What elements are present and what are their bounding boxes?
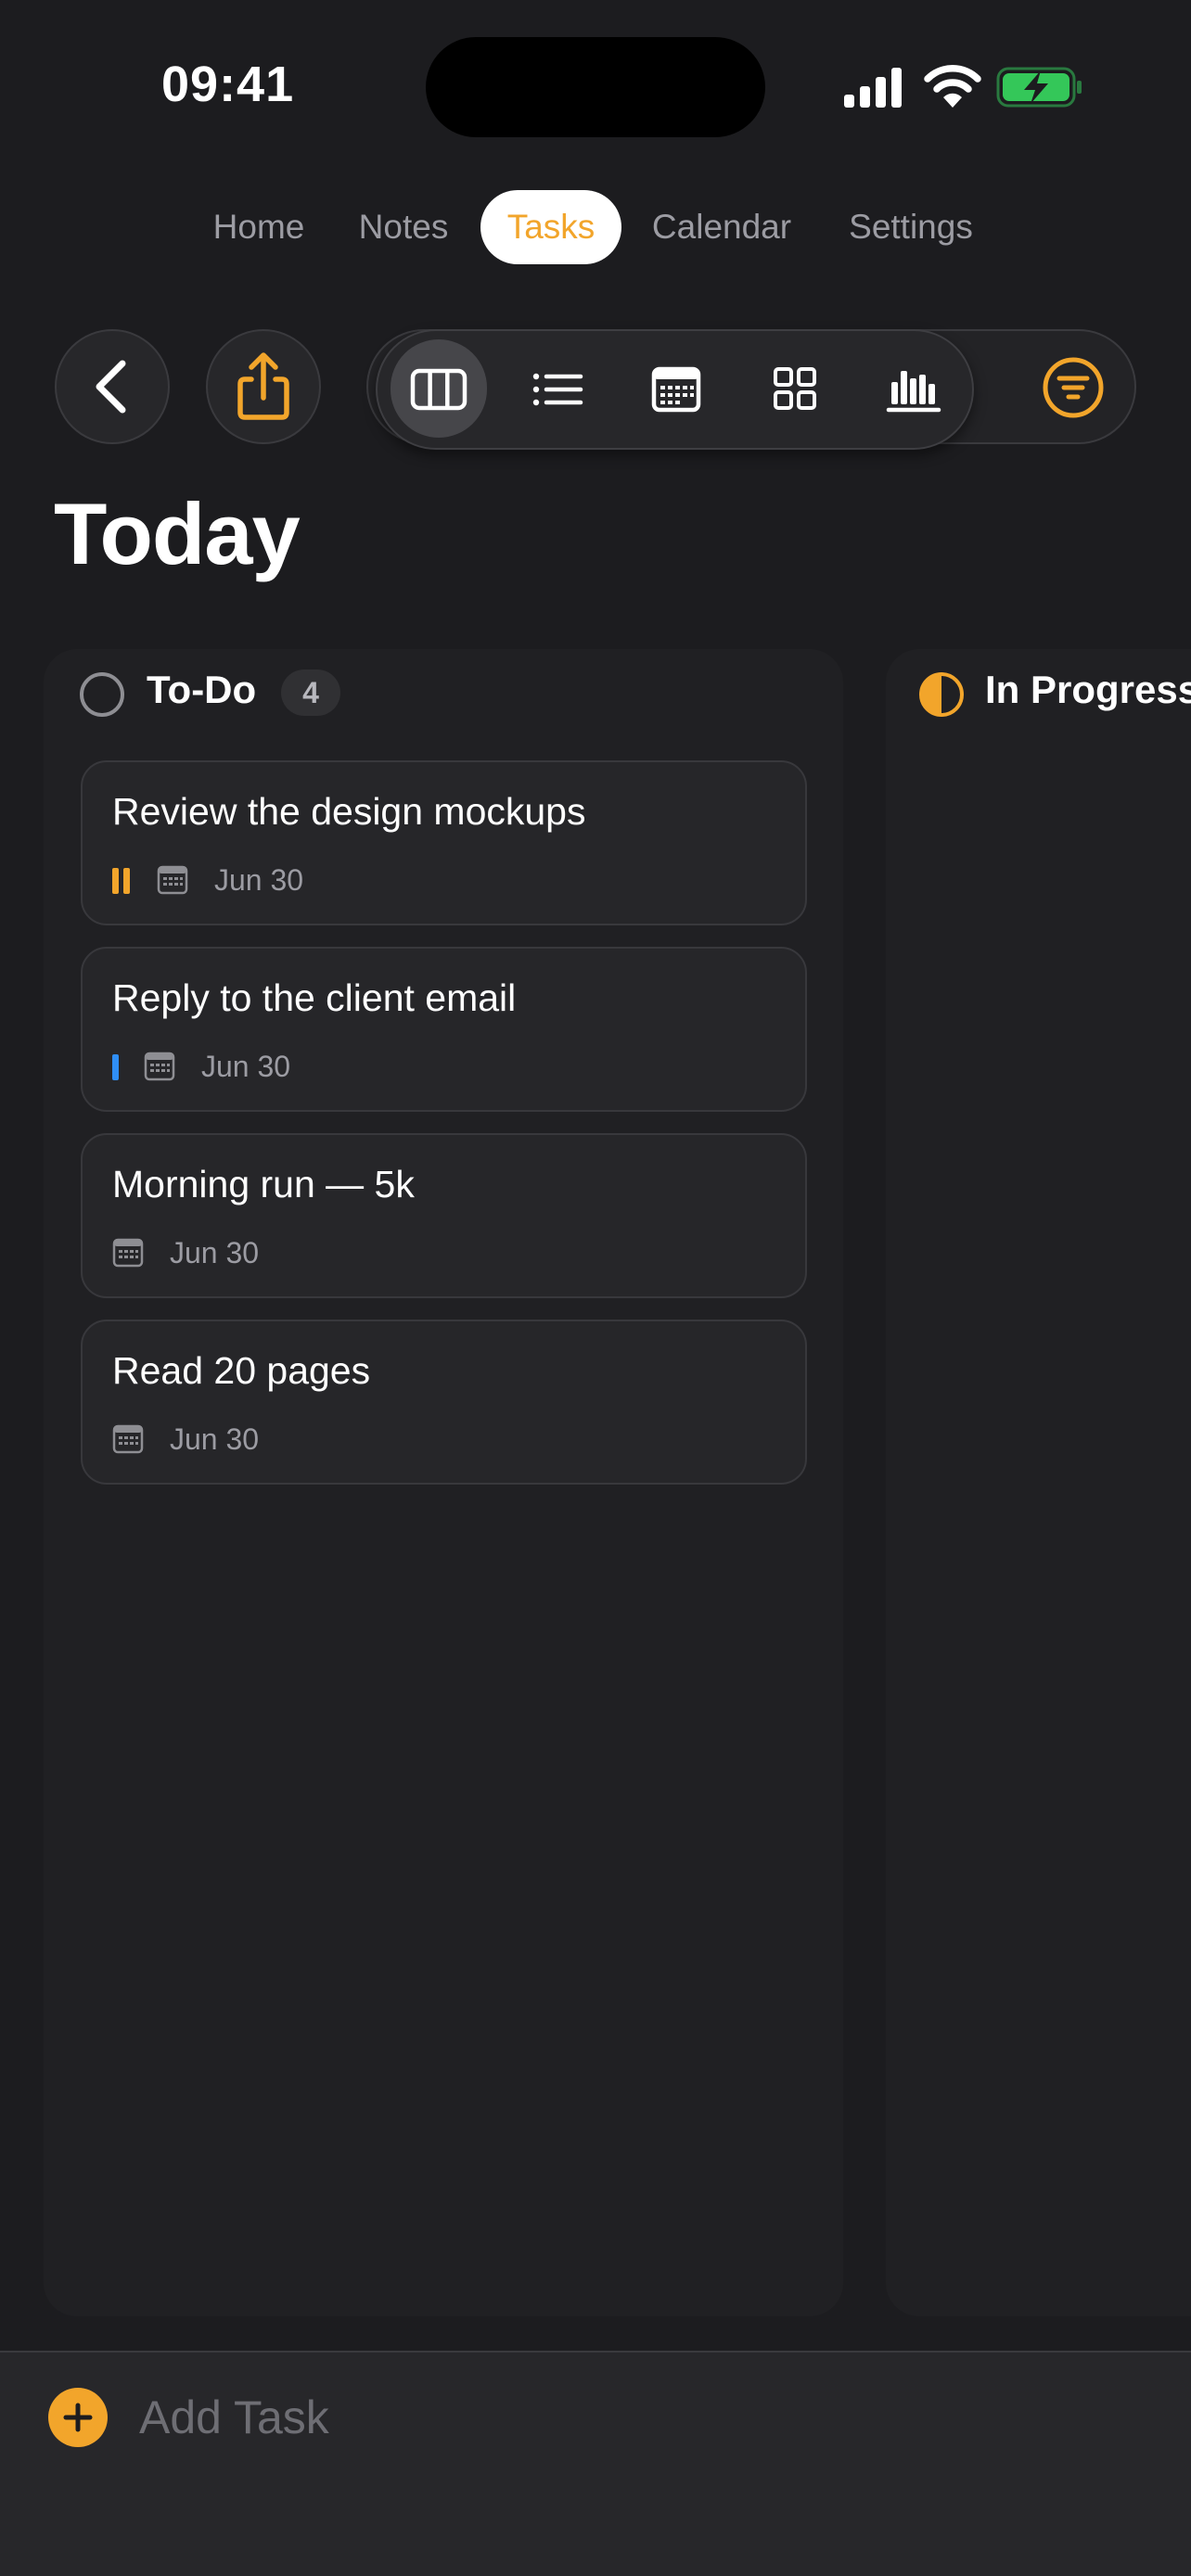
calendar-view-button[interactable] (628, 339, 724, 438)
calendar-small-icon (112, 1238, 144, 1268)
task-due-date: Jun 30 (170, 1422, 260, 1456)
task-card[interactable]: Morning run — 5k Jun 30 (81, 1133, 807, 1298)
battery-charging-icon (996, 67, 1082, 108)
todo-count-badge: 4 (281, 670, 340, 716)
calendar-small-icon (112, 1424, 144, 1454)
task-due-date: Jun 30 (201, 1050, 291, 1083)
todo-column-title: To-Do (147, 668, 257, 711)
columns-icon (410, 368, 467, 411)
share-icon (237, 352, 289, 420)
add-task-bar (0, 2351, 1191, 2576)
board-view-button[interactable] (391, 339, 487, 438)
task-card[interactable]: Reply to the client email Jun 30 (81, 947, 807, 1112)
tab-notes[interactable]: Notes (341, 190, 466, 264)
filter-icon (1043, 357, 1104, 418)
half-circle-icon (919, 672, 964, 717)
share-button[interactable] (206, 329, 321, 444)
calendar-small-icon (157, 865, 188, 895)
dynamic-island (426, 37, 765, 137)
back-button[interactable] (55, 329, 170, 444)
tab-calendar[interactable]: Calendar (642, 190, 801, 264)
grid-icon (774, 367, 816, 410)
task-title: Review the design mockups (112, 790, 586, 833)
cellular-signal-icon (844, 68, 902, 108)
tab-home[interactable]: Home (198, 190, 319, 264)
calendar-small-icon (144, 1052, 175, 1081)
add-task-button[interactable] (48, 2388, 108, 2447)
chart-view-button[interactable] (865, 339, 962, 438)
top-tab-bar: Home Notes Tasks Calendar Settings (0, 190, 1191, 274)
grid-view-button[interactable] (747, 339, 843, 438)
in-progress-column (886, 649, 1191, 2316)
task-title: Morning run — 5k (112, 1163, 415, 1205)
app-screen: 09:41 Home Notes Tasks Calendar Settings (0, 0, 1191, 2576)
tab-settings[interactable]: Settings (831, 190, 991, 264)
filter-button[interactable] (1025, 339, 1121, 436)
plus-icon (63, 2403, 93, 2432)
empty-circle-icon (80, 672, 124, 717)
tab-tasks[interactable]: Tasks (480, 190, 621, 264)
add-task-input[interactable] (139, 2387, 974, 2448)
task-card[interactable]: Read 20 pages Jun 30 (81, 1320, 807, 1485)
chevron-left-icon (96, 360, 126, 414)
page-title: Today (54, 485, 301, 582)
task-title: Read 20 pages (112, 1349, 371, 1392)
wifi-icon (924, 64, 981, 108)
task-due-date: Jun 30 (214, 863, 304, 897)
calendar-icon (651, 366, 701, 413)
task-card[interactable]: Review the design mockups Jun 30 (81, 760, 807, 925)
list-view-button[interactable] (509, 339, 606, 438)
status-time: 09:41 (161, 57, 295, 112)
bar-chart-icon (886, 371, 941, 413)
task-due-date: Jun 30 (170, 1236, 260, 1269)
list-icon (532, 373, 583, 406)
task-title: Reply to the client email (112, 976, 517, 1019)
in-progress-column-title: In Progress (985, 668, 1191, 711)
